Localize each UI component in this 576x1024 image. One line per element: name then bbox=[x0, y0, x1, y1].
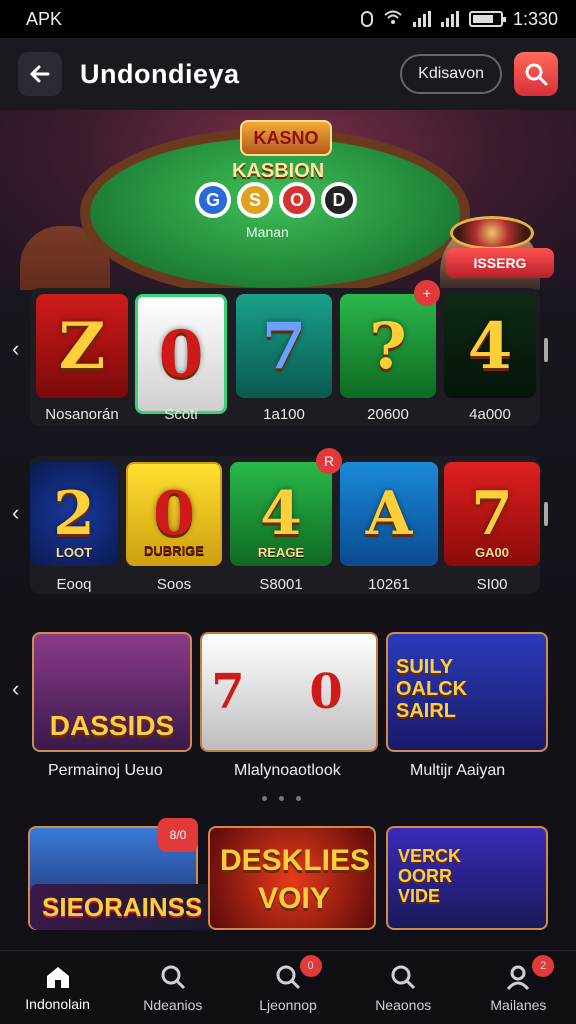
slot-tile[interactable]: Z bbox=[36, 294, 128, 398]
game-card-title: SUILY OALCK SAIRL bbox=[396, 656, 468, 722]
home-icon bbox=[46, 966, 69, 988]
game-card-label: Multijr Aaiyan bbox=[410, 762, 506, 779]
slot-tile-label: SI00 bbox=[476, 576, 508, 593]
slot-tile[interactable]: 4 REAGE bbox=[230, 462, 332, 566]
slot-tile[interactable]: 7 GA00 bbox=[444, 462, 540, 566]
app-title: Undondieya bbox=[80, 58, 240, 89]
game-card-title: VERCK OORR VIDE bbox=[398, 846, 462, 906]
slot-tile-label: 4a000 bbox=[469, 406, 511, 423]
nav-item-label: Ndeanios bbox=[143, 996, 203, 1013]
slot-tile[interactable]: ? bbox=[340, 294, 436, 398]
user-icon bbox=[507, 965, 530, 990]
slot-tile-label: S8001 bbox=[259, 576, 303, 593]
slot-tile-label: Eooq bbox=[56, 576, 92, 593]
slot-tile-label: 20600 bbox=[367, 406, 409, 423]
nav-item-label: Indonolain bbox=[25, 995, 90, 1012]
nav-item-label: Neaonos bbox=[375, 996, 432, 1013]
signal-icon-2 bbox=[440, 11, 459, 27]
nav-item-4[interactable]: Neaonos bbox=[346, 951, 461, 1024]
row1-notification-badge: + bbox=[414, 280, 440, 306]
search-icon bbox=[276, 965, 301, 989]
vpn-icon bbox=[360, 11, 373, 27]
game-card[interactable]: DESKLIES VOIY bbox=[208, 826, 376, 930]
slot-tile-label: Soos bbox=[156, 576, 192, 593]
account-pill-button[interactable]: Kdisavon bbox=[400, 54, 502, 94]
slot-tile-label: Nosanorán bbox=[45, 406, 119, 423]
game-card-label: Mlalynoaotlook bbox=[234, 762, 341, 779]
hero-subtitle: Manan bbox=[246, 224, 289, 240]
slot-tile[interactable]: 0 DUBRIGE bbox=[126, 462, 222, 566]
nav-badge: 0 bbox=[299, 955, 322, 977]
slot-tile[interactable]: 7 bbox=[236, 294, 332, 398]
hero-chip: O bbox=[279, 182, 315, 218]
row4-badge: 8/0 bbox=[158, 818, 198, 852]
search-icon bbox=[525, 63, 548, 86]
slot-tile[interactable]: A bbox=[340, 462, 438, 566]
row1-scrollbar[interactable] bbox=[544, 338, 548, 362]
wifi-icon bbox=[383, 9, 403, 30]
game-card-label: Permainoj Ueuo bbox=[48, 762, 163, 779]
game-card[interactable]: DASSIDS bbox=[32, 632, 192, 752]
arrow-left-icon bbox=[29, 65, 50, 83]
search-button[interactable] bbox=[514, 52, 558, 96]
search-icon bbox=[161, 965, 185, 989]
app-screen: APK 1:330 Undondieya Kdisavon KASNO KASB… bbox=[0, 0, 576, 1024]
back-button[interactable] bbox=[18, 52, 62, 96]
slot-tile[interactable]: 0 bbox=[135, 294, 227, 414]
row1-prev-arrow[interactable]: ‹ bbox=[12, 336, 19, 362]
game-card-title: DASSIDS bbox=[49, 710, 175, 741]
nav-item-label: Ljeonnop bbox=[259, 996, 317, 1013]
game-card[interactable]: VERCK OORR VIDE bbox=[386, 826, 548, 930]
hero-chip: G bbox=[195, 182, 231, 218]
hero-chip-row: G S O D bbox=[195, 182, 357, 218]
slot-tile-label: 10261 bbox=[368, 576, 410, 593]
hero-sign: KASNO bbox=[240, 120, 332, 156]
slot-tile-label: Scoti bbox=[164, 406, 198, 423]
hero-badge-button[interactable]: ISSERG bbox=[446, 248, 554, 278]
nav-item-2[interactable]: Ndeanios bbox=[115, 951, 230, 1024]
hero-chip: D bbox=[321, 182, 357, 218]
row2-prev-arrow[interactable]: ‹ bbox=[12, 500, 19, 526]
status-bar: APK 1:330 bbox=[0, 0, 576, 38]
game-card-title: SIEORAINSS bbox=[30, 884, 220, 930]
nav-item-home[interactable]: Indonolain bbox=[0, 951, 115, 1024]
slot-tile[interactable]: 4 bbox=[444, 294, 536, 398]
status-time: 1:330 bbox=[512, 8, 558, 29]
row2-notification-badge: R bbox=[316, 448, 342, 474]
hero-chip: S bbox=[237, 182, 273, 218]
hero-title: KASBION bbox=[232, 160, 325, 182]
app-bar: Undondieya Kdisavon bbox=[0, 38, 576, 110]
game-card[interactable]: 7 0 bbox=[200, 632, 378, 752]
carousel-dots[interactable] bbox=[262, 796, 301, 801]
nav-item-5[interactable]: 2 Mailanes bbox=[461, 951, 576, 1024]
game-card[interactable]: SUILY OALCK SAIRL bbox=[386, 632, 548, 752]
slot-tile-label: 1a100 bbox=[263, 406, 305, 423]
battery-icon bbox=[468, 11, 506, 27]
roulette-wheel-illustration bbox=[450, 216, 534, 250]
search-icon bbox=[391, 965, 416, 989]
status-app-label: APK bbox=[26, 8, 63, 29]
nav-badge: 2 bbox=[532, 955, 555, 977]
slot-tile[interactable]: 2 LOOT bbox=[30, 462, 118, 566]
nav-item-3[interactable]: 0 Ljeonnop bbox=[230, 951, 345, 1024]
row3-prev-arrow[interactable]: ‹ bbox=[12, 676, 19, 702]
signal-icon bbox=[412, 11, 431, 27]
row2-scrollbar[interactable] bbox=[544, 502, 548, 526]
nav-item-label: Mailanes bbox=[490, 996, 547, 1013]
game-card-title: DESKLIES VOIY bbox=[220, 844, 371, 915]
bottom-navigation: Indonolain Ndeanios 0 Ljeonnop Neaonos 2… bbox=[0, 950, 576, 1024]
game-card-title: 7 0 bbox=[211, 664, 367, 720]
